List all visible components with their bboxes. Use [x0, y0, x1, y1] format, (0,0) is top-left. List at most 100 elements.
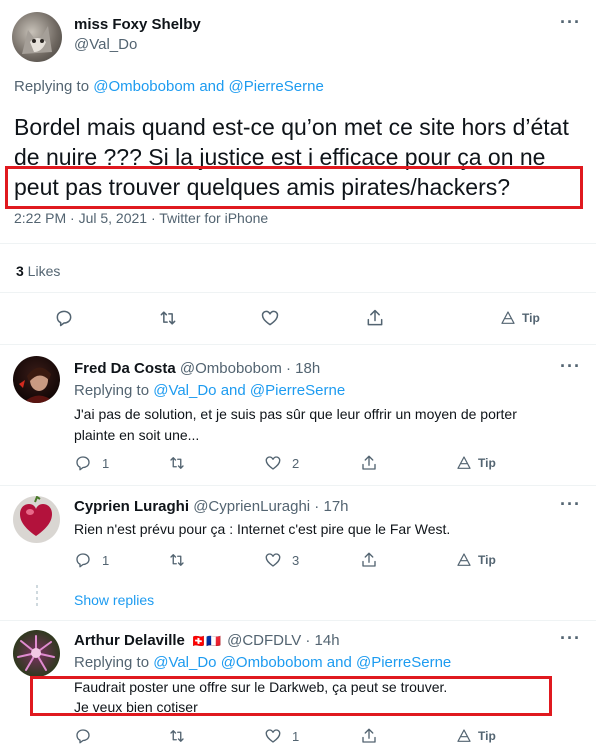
- reply-text: J'ai pas de solution, et je suis pas sûr…: [74, 404, 517, 446]
- portrait-avatar-image: [19, 367, 55, 403]
- tip-icon: [457, 456, 471, 469]
- reply-text-line: plainte en soit une...: [74, 427, 200, 443]
- replying-to-links[interactable]: @Val_Do and @PierreSerne: [153, 382, 345, 399]
- like-count: 1: [292, 728, 300, 744]
- like-count: 2: [292, 455, 300, 471]
- reply-action-bar: 1 2 Tip: [74, 454, 574, 474]
- replying-to: Replying to @Ombobobom and @PierreSerne: [14, 78, 324, 95]
- share-button[interactable]: [365, 308, 385, 328]
- reply-header: Arthur Delaville 🇨🇭🇫🇷 @CDFDLV · 14h: [74, 632, 340, 649]
- flower-avatar-image: [17, 635, 55, 671]
- share-icon: [367, 309, 383, 326]
- share-icon: [362, 455, 376, 470]
- share-icon: [362, 552, 376, 567]
- reply-button[interactable]: [54, 308, 74, 328]
- retweet-button[interactable]: [158, 308, 178, 328]
- likes-count: 3: [16, 263, 24, 279]
- highlight-box: [5, 166, 583, 209]
- more-options-icon[interactable]: ···: [560, 628, 581, 649]
- divider: [0, 243, 596, 244]
- reply-author-name[interactable]: Fred Da Costa: [74, 360, 176, 377]
- reply-button[interactable]: 1: [74, 551, 109, 569]
- like-button[interactable]: 2: [264, 454, 299, 472]
- author-name[interactable]: miss Foxy Shelby: [74, 16, 201, 33]
- replying-to: Replying to @Val_Do and @PierreSerne: [74, 382, 345, 399]
- highlight-box: [30, 676, 552, 716]
- share-button[interactable]: [360, 727, 378, 745]
- tip-icon: [457, 553, 471, 566]
- tip-button[interactable]: Tip: [500, 310, 540, 326]
- replying-to-links[interactable]: @Ombobobom and @PierreSerne: [93, 78, 324, 95]
- reply-author-name[interactable]: Arthur Delaville: [74, 632, 185, 649]
- tweet-meta[interactable]: 2:22 PM · Jul 5, 2021 · Twitter for iPho…: [14, 210, 268, 226]
- tip-label: Tip: [478, 729, 496, 743]
- reply-action-bar: 1 3 Tip: [74, 551, 574, 571]
- reply-button[interactable]: 1: [74, 454, 109, 472]
- replying-prefix: Replying to: [74, 382, 154, 399]
- reply-author-name[interactable]: Cyprien Luraghi: [74, 498, 189, 515]
- divider: [0, 292, 596, 293]
- reply-handle-time[interactable]: @CDFDLV · 14h: [227, 632, 339, 649]
- like-button[interactable]: [260, 308, 280, 328]
- reply-icon: [76, 456, 90, 471]
- like-button[interactable]: 3: [264, 551, 299, 569]
- heart-icon: [261, 310, 279, 326]
- tip-button[interactable]: Tip: [456, 552, 496, 568]
- tweet-text-line: Bordel mais quand est-ce qu’on met ce si…: [14, 114, 569, 140]
- reply-action-bar: 1 Tip: [74, 727, 574, 747]
- heart-icon: [265, 456, 281, 470]
- avatar[interactable]: [13, 630, 60, 677]
- like-button[interactable]: 1: [264, 727, 299, 745]
- cat-avatar-image: [22, 26, 52, 54]
- share-icon: [362, 728, 376, 743]
- retweet-button[interactable]: [168, 551, 186, 569]
- reply-text-line: J'ai pas de solution, et je suis pas sûr…: [74, 406, 517, 422]
- heart-icon: [265, 553, 281, 567]
- author-handle[interactable]: @Val_Do: [74, 36, 137, 53]
- retweet-icon: [160, 311, 176, 325]
- share-button[interactable]: [360, 454, 378, 472]
- reply-handle-time[interactable]: @Ombobobom · 18h: [180, 360, 320, 377]
- tip-icon: [501, 311, 515, 324]
- show-replies-link[interactable]: Show replies: [74, 592, 154, 608]
- tip-label: Tip: [478, 456, 496, 470]
- flags-emoji: 🇨🇭🇫🇷: [191, 634, 221, 648]
- reply-icon: [56, 310, 72, 327]
- reply-button[interactable]: [74, 727, 92, 745]
- reply-handle-time[interactable]: @CyprienLuraghi · 17h: [193, 498, 348, 515]
- avatar[interactable]: [13, 356, 60, 403]
- retweet-icon: [170, 730, 184, 742]
- reply-icon: [76, 553, 90, 568]
- retweet-button[interactable]: [168, 454, 186, 472]
- tip-label: Tip: [478, 553, 496, 567]
- divider: [0, 344, 596, 345]
- more-options-icon[interactable]: ···: [560, 356, 581, 377]
- tip-button[interactable]: Tip: [456, 455, 496, 471]
- reply-count: 1: [102, 455, 110, 471]
- reply-header: Fred Da Costa @Ombobobom · 18h: [74, 360, 320, 377]
- share-button[interactable]: [360, 551, 378, 569]
- thread-connector: [36, 585, 38, 609]
- divider: [0, 620, 596, 621]
- reply-icon: [76, 729, 90, 744]
- more-options-icon[interactable]: ···: [560, 494, 581, 515]
- replying-prefix: Replying to: [14, 78, 94, 95]
- divider: [0, 485, 596, 486]
- tip-button[interactable]: Tip: [456, 728, 496, 744]
- avatar[interactable]: [12, 12, 62, 62]
- reply-text: Rien n'est prévu pour ça : Internet c'es…: [74, 521, 451, 537]
- likes-count-link[interactable]: 3 Likes: [16, 263, 60, 279]
- avatar[interactable]: [13, 496, 60, 543]
- heart-shape-avatar-image: [20, 496, 52, 536]
- replying-to-links[interactable]: @Val_Do @Ombobobom and @PierreSerne: [153, 654, 451, 671]
- tip-icon: [457, 729, 471, 742]
- tweet-action-bar: Tip: [54, 308, 574, 332]
- retweet-icon: [170, 457, 184, 469]
- like-count: 3: [292, 552, 300, 568]
- replying-prefix: Replying to: [74, 654, 154, 671]
- more-options-icon[interactable]: ···: [560, 12, 581, 33]
- retweet-button[interactable]: [168, 727, 186, 745]
- replying-to: Replying to @Val_Do @Ombobobom and @Pier…: [74, 654, 451, 671]
- likes-label: Likes: [23, 263, 61, 279]
- retweet-icon: [170, 554, 184, 566]
